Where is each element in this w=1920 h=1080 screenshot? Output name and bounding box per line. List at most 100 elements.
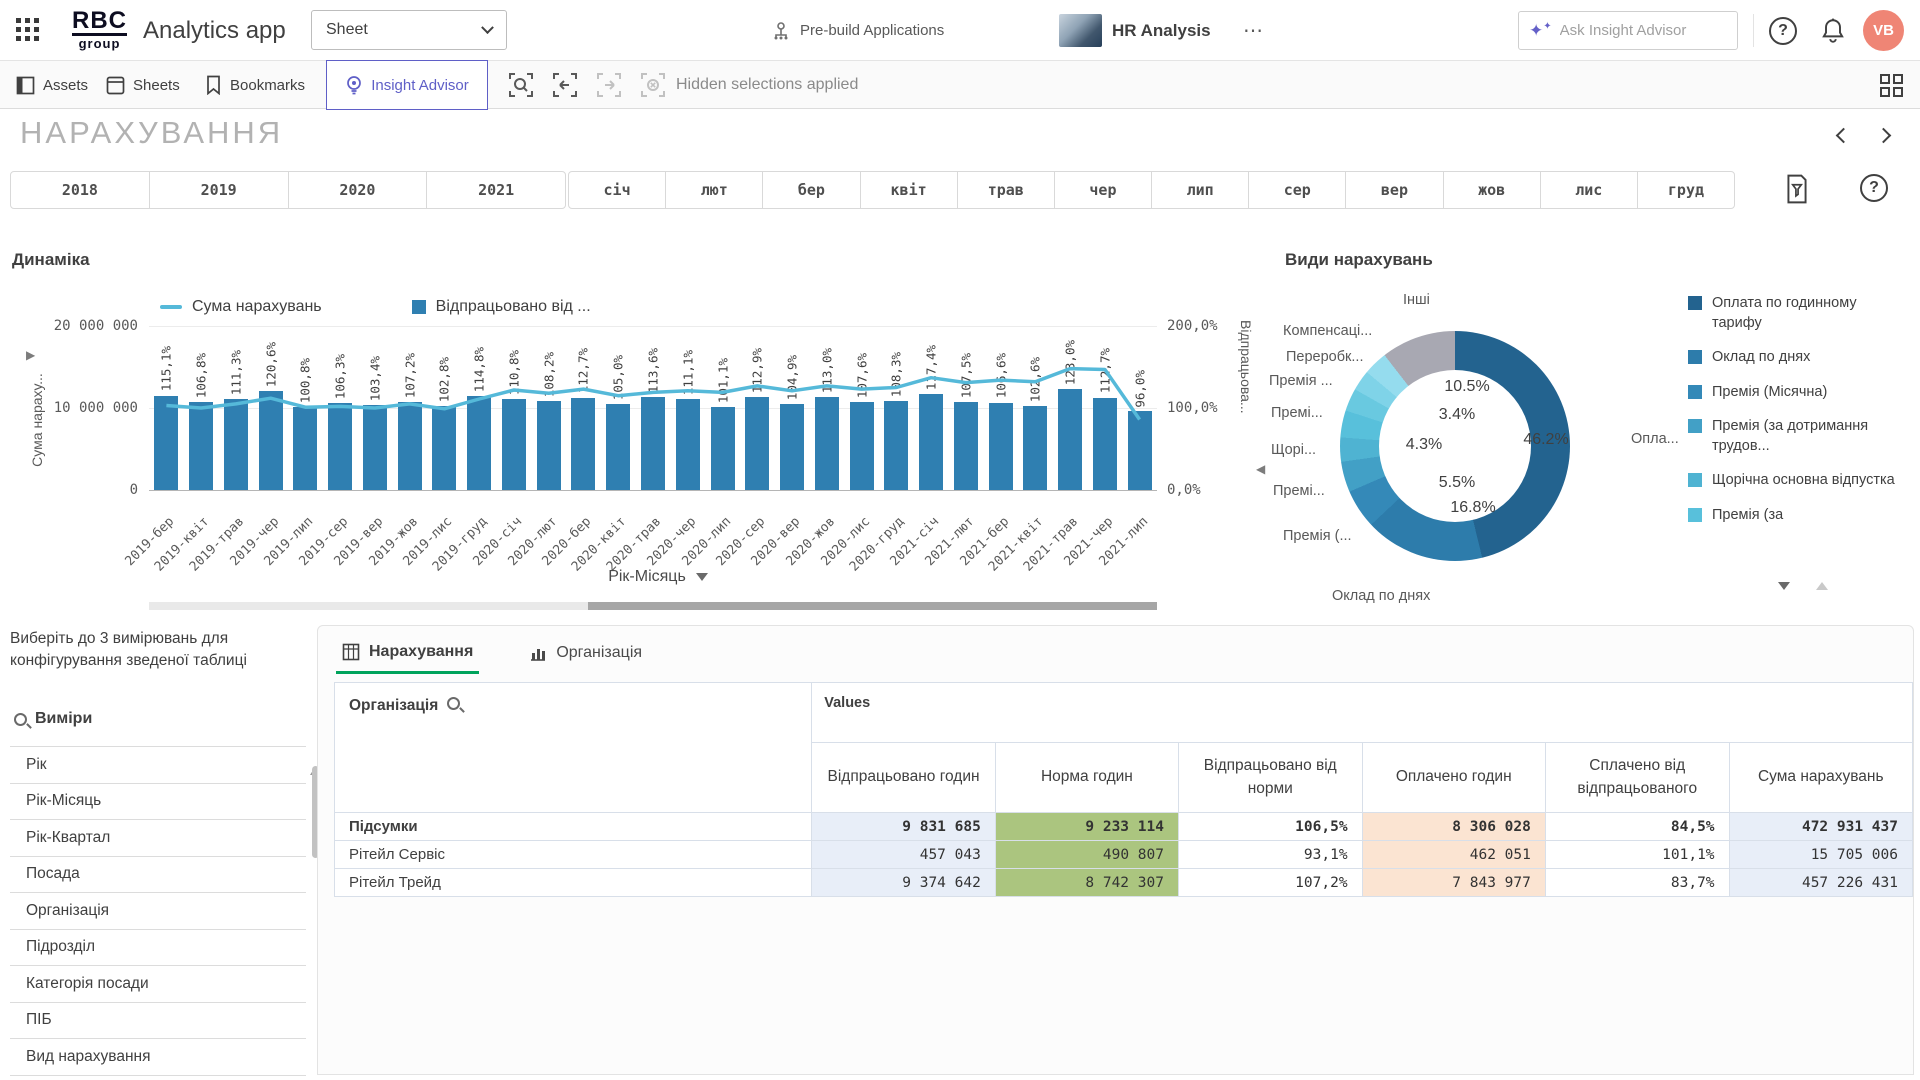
row-name-cell[interactable]: Підсумки [335,813,812,841]
sheet-selector-value: Sheet [326,21,368,39]
column-header[interactable]: Відпрацьовано від норми [1178,743,1362,813]
dimension-item-Категорія посади[interactable]: Категорія посади [10,966,306,1003]
legend-item-bar[interactable]: Відпрацьовано від ... [412,298,591,316]
selections-tool-icon[interactable] [1784,174,1810,204]
month-filter-бер[interactable]: бер [762,171,860,209]
month-filter-лют[interactable]: лют [665,171,763,209]
legend-scroll-down-arrow[interactable] [1778,582,1790,590]
sheets-button[interactable]: Sheets [106,61,180,109]
month-filter-жов[interactable]: жов [1443,171,1541,209]
column-header[interactable]: Сума нарахувань [1729,743,1912,813]
donut-callout-label: Інші [1403,292,1430,308]
month-filter-квіт[interactable]: квіт [860,171,958,209]
tab-label: Організація [556,644,642,662]
dimension-item-Рік-Місяць[interactable]: Рік-Місяць [10,784,306,821]
values-header: Values [812,683,1913,743]
month-filter-лис[interactable]: лис [1540,171,1638,209]
month-filter-січ[interactable]: січ [568,171,666,209]
current-app-name[interactable]: HR Analysis [1112,0,1211,61]
year-filter-2019[interactable]: 2019 [149,171,289,209]
tab-organizatsiya[interactable]: Організація [523,632,648,674]
prev-sheet-arrow[interactable] [1838,128,1849,146]
row-name-cell[interactable]: Рітейл Трейд [335,869,812,897]
dimension-item-Посада[interactable]: Посада [10,857,306,894]
legend-item-line[interactable]: Сума нарахувань [160,298,322,316]
sheet-toolbar: Assets Sheets Bookmarks Insight Advisor [0,61,1920,109]
sheets-label: Sheets [133,77,180,94]
search-icon[interactable] [14,713,27,726]
month-filter-лип[interactable]: лип [1151,171,1249,209]
year-filter-2021[interactable]: 2021 [426,171,566,209]
insight-advisor-search[interactable]: ✦✦ [1518,11,1738,50]
column-header[interactable]: Відпрацьовано годин [812,743,996,813]
bookmark-icon [205,75,222,95]
pivot-table-panel: Нарахування Організація Організація [317,625,1914,1075]
dimension-item-Вид нарахування[interactable]: Вид нарахування [10,1039,306,1076]
line-series[interactable] [149,326,1157,490]
value-cell: 101,1% [1545,841,1729,869]
value-cell: 83,7% [1545,869,1729,897]
sheet-overview-icon[interactable] [1880,74,1904,98]
app-thumbnail[interactable] [1059,14,1102,47]
column-header[interactable]: Оплачено годин [1362,743,1545,813]
next-sheet-arrow[interactable] [1878,128,1889,146]
donut-chart-title: Види нарахувань [1285,250,1433,270]
dimension-item-Організація[interactable]: Організація [10,893,306,930]
pivot-body: Підсумки9 831 6859 233 114106,5%8 306 02… [335,813,1913,897]
month-filter-вер[interactable]: вер [1345,171,1443,209]
legend-scroll-left-arrow[interactable]: ◀ [1256,462,1265,476]
column-header[interactable]: Норма годин [995,743,1178,813]
app-launcher-grid-icon[interactable] [16,18,42,44]
donut-legend-item[interactable]: Премія (Місячна) [1688,383,1908,403]
help-icon[interactable]: ? [1769,17,1797,45]
combo-plot-area[interactable]: 115,1%2019-бер106,8%2019-квіт111,3%2019-… [149,326,1157,490]
tab-narahuvannya[interactable]: Нарахування [336,632,479,674]
column-header[interactable]: Сплачено від відпрацьованого [1545,743,1729,813]
selections-back-icon[interactable] [552,72,578,98]
month-filter-сер[interactable]: сер [1248,171,1346,209]
table-search-icon[interactable] [447,697,460,710]
clear-selections-icon [640,72,666,98]
month-filter-груд[interactable]: груд [1637,171,1735,209]
dimension-item-Рік[interactable]: Рік [10,747,306,784]
donut-legend-item[interactable]: Оклад по днях [1688,348,1908,368]
year-filter-group: 2018201920202021 [10,171,566,209]
user-avatar[interactable]: VB [1863,10,1904,51]
rbc-group-logo: RBC group [72,9,127,51]
chart-scrollbar-thumb[interactable] [588,602,1157,610]
month-filter-чер[interactable]: чер [1054,171,1152,209]
donut-callout-label: Переробк... [1286,349,1363,365]
year-filter-2020[interactable]: 2020 [288,171,428,209]
app-more-menu[interactable]: ⋯ [1243,0,1265,61]
notifications-bell-icon[interactable] [1820,17,1846,50]
smart-search-icon[interactable] [508,72,534,98]
table-row-Рітейл Трейд: Рітейл Трейд9 374 6428 742 307107,2%7 84… [335,869,1913,897]
year-filter-2018[interactable]: 2018 [10,171,150,209]
row-name-cell[interactable]: Рітейл Сервіс [335,841,812,869]
legend-swatch [1688,296,1702,310]
header-divider [1753,14,1754,47]
month-filter-трав[interactable]: трав [957,171,1055,209]
bookmarks-button[interactable]: Bookmarks [205,61,305,109]
donut-legend-item[interactable]: Премія (за [1688,506,1908,526]
insight-advisor-search-input[interactable] [1560,22,1710,39]
donut-legend-item[interactable]: Премія (за дотримання трудов... [1688,417,1908,456]
donut-legend-item[interactable]: Оплата по годинному тарифу [1688,294,1908,333]
combo-chart: Динаміка Сума нарахувань Відпрацьовано в… [10,230,1272,628]
row-dimension-header[interactable]: Організація [335,683,812,813]
value-cell: 472 931 437 [1729,813,1912,841]
prebuild-applications-link[interactable]: Pre-build Applications [771,0,944,61]
dimension-item-ПІБ[interactable]: ПІБ [10,1003,306,1040]
x-axis-dimension-dropdown[interactable]: Рік-Місяць [553,568,763,586]
sheet-selector-dropdown[interactable]: Sheet [311,10,507,50]
donut-legend-item[interactable]: Щорічна основна відпустка [1688,471,1908,491]
insight-advisor-button[interactable]: Insight Advisor [326,60,488,110]
dimension-item-Рік-Квартал[interactable]: Рік-Квартал [10,820,306,857]
chevron-down-icon [481,21,494,34]
value-cell: 107,2% [1178,869,1362,897]
donut-value-label: 5.5% [1439,474,1475,492]
chart-horizontal-scrollbar[interactable] [149,602,1157,610]
sheet-help-icon[interactable]: ? [1860,174,1888,202]
dimension-item-Підрозділ[interactable]: Підрозділ [10,930,306,967]
assets-button[interactable]: Assets [16,61,88,109]
